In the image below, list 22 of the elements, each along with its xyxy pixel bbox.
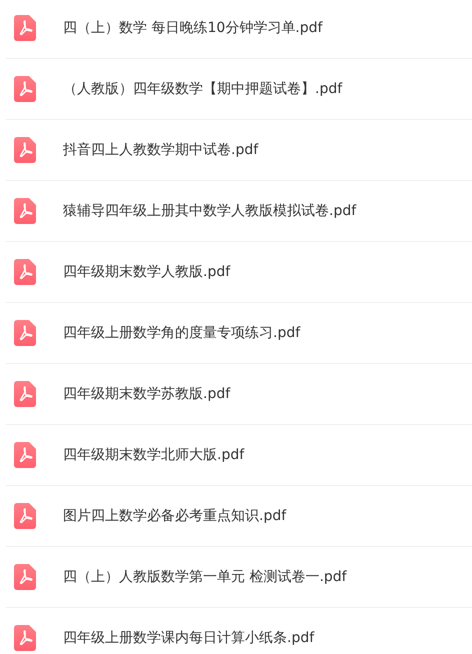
file-name[interactable]: 四年级期末数学人教版.pdf <box>63 263 230 281</box>
pdf-file-icon <box>14 198 36 224</box>
pdf-file-icon <box>14 259 36 285</box>
file-name[interactable]: 四（上）数学 每日晚练10分钟学习单.pdf <box>63 19 322 37</box>
file-name[interactable]: 四年级期末数学北师大版.pdf <box>63 446 244 464</box>
pdf-file-icon <box>14 320 36 346</box>
file-name[interactable]: 抖音四上人教数学期中试卷.pdf <box>63 141 258 159</box>
pdf-file-icon <box>14 137 36 163</box>
file-name[interactable]: 图片四上数学必备必考重点知识.pdf <box>63 507 286 525</box>
file-name[interactable]: 四年级期末数学苏教版.pdf <box>63 385 230 403</box>
file-name[interactable]: 四年级上册数学课内每日计算小纸条.pdf <box>63 629 314 647</box>
file-name[interactable]: 猿辅导四年级上册其中数学人教版模拟试卷.pdf <box>63 202 356 220</box>
pdf-file-icon <box>14 442 36 468</box>
pdf-file-icon <box>14 76 36 102</box>
pdf-file-icon <box>14 625 36 651</box>
file-name[interactable]: 四年级上册数学角的度量专项练习.pdf <box>63 324 300 342</box>
file-name[interactable]: 四（上）人教版数学第一单元 检测试卷一.pdf <box>63 568 347 586</box>
pdf-file-icon <box>14 503 36 529</box>
pdf-file-icon <box>14 381 36 407</box>
pdf-file-icon <box>14 564 36 590</box>
file-name[interactable]: （人教版）四年级数学【期中押题试卷】.pdf <box>63 80 342 98</box>
pdf-file-icon <box>14 15 36 41</box>
